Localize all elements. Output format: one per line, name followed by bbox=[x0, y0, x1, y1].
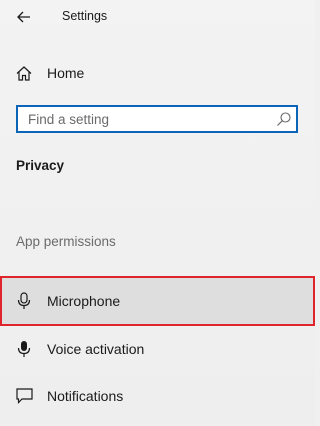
notifications-icon bbox=[15, 387, 33, 405]
nav-item-label: Notifications bbox=[47, 388, 124, 404]
microphone-icon bbox=[15, 292, 33, 310]
settings-window: Settings Home Privacy App permissions Mi… bbox=[0, 0, 315, 426]
search-input[interactable] bbox=[18, 107, 278, 131]
home-nav-item[interactable]: Home bbox=[0, 50, 315, 96]
nav-item-label: Microphone bbox=[47, 293, 121, 309]
nav-item-notifications[interactable]: Notifications bbox=[0, 373, 315, 419]
voice-activation-icon bbox=[15, 340, 33, 358]
section-title: Privacy bbox=[16, 158, 65, 173]
window-title: Settings bbox=[62, 9, 108, 23]
home-icon bbox=[15, 64, 33, 82]
home-label: Home bbox=[47, 65, 85, 81]
nav-item-voice-activation[interactable]: Voice activation bbox=[0, 326, 315, 372]
search-box[interactable] bbox=[16, 105, 298, 133]
search-icon[interactable] bbox=[276, 111, 292, 127]
back-button[interactable] bbox=[11, 5, 37, 29]
back-arrow-icon bbox=[17, 11, 30, 23]
app-permissions-header: App permissions bbox=[16, 234, 116, 249]
nav-item-label: Voice activation bbox=[47, 341, 145, 357]
nav-item-microphone[interactable]: Microphone bbox=[0, 276, 315, 326]
title-bar: Settings bbox=[0, 0, 315, 34]
